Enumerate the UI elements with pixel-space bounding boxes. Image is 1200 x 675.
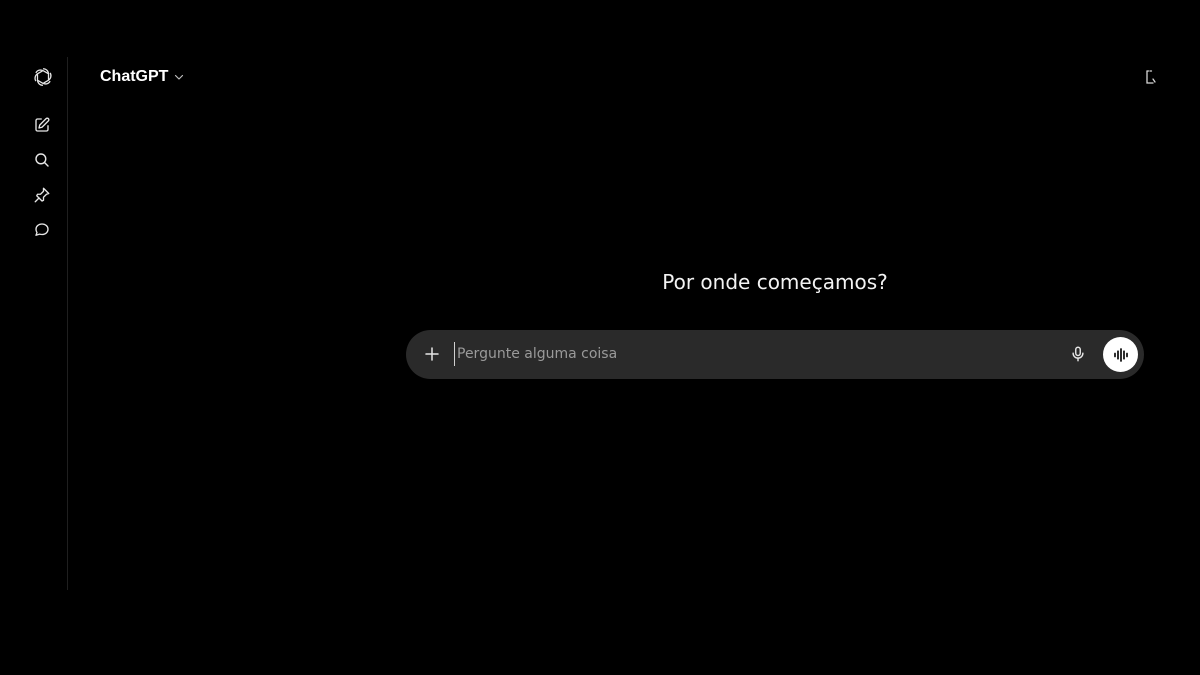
pin-icon <box>34 187 50 203</box>
new-chat-button[interactable] <box>28 111 56 139</box>
pinned-button[interactable] <box>28 181 56 209</box>
new-chat-icon <box>35 117 50 132</box>
composer <box>406 330 1144 379</box>
page-headline: Por onde começamos? <box>662 270 888 294</box>
openai-logo-button[interactable] <box>29 63 57 91</box>
chat-bubble-icon <box>35 223 49 236</box>
openai-logo-icon <box>34 68 52 86</box>
prompt-input[interactable] <box>454 342 1057 366</box>
microphone-icon <box>1072 346 1084 362</box>
chats-button[interactable] <box>28 216 56 244</box>
temporary-chat-button[interactable] <box>1141 67 1161 87</box>
sidebar <box>0 57 68 590</box>
attach-button[interactable] <box>420 342 444 366</box>
dictate-button[interactable] <box>1066 342 1090 366</box>
search-icon <box>35 153 49 167</box>
search-chats-button[interactable] <box>28 146 56 174</box>
plus-icon <box>425 347 439 361</box>
model-name: ChatGPT <box>100 68 169 85</box>
chatgpt-app: ChatGPT Por onde começamos? <box>0 0 1200 675</box>
voice-waveform-icon <box>1113 347 1128 362</box>
chevron-down-icon <box>175 74 184 80</box>
temporary-chat-icon <box>1146 70 1156 84</box>
voice-mode-button[interactable] <box>1103 337 1138 372</box>
model-switcher[interactable]: ChatGPT <box>96 64 189 90</box>
